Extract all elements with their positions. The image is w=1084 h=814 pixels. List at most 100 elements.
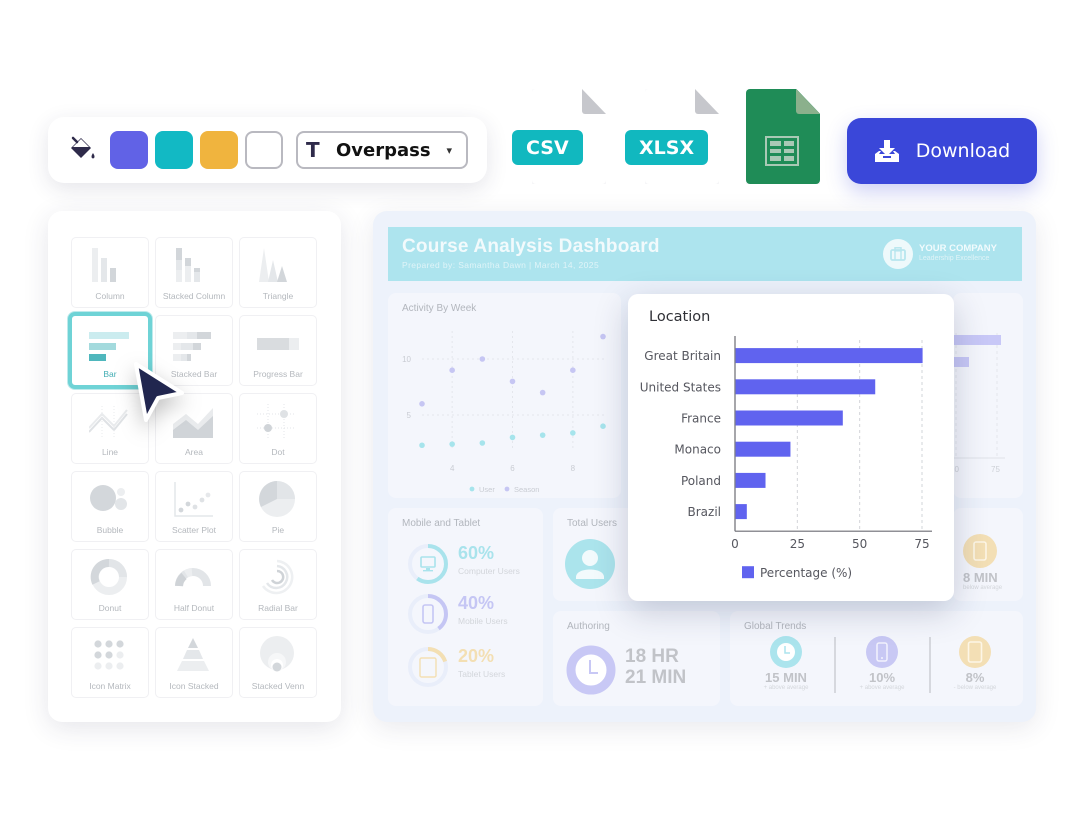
- global-trend-item: 10% + above average: [837, 636, 927, 702]
- dashboard-subtitle: Prepared by: Samantha Dawn | March 14, 2…: [402, 260, 600, 270]
- legend-season-dot: [504, 486, 510, 492]
- chart-type-dot[interactable]: Dot: [239, 393, 317, 464]
- category-label: Monaco: [674, 443, 721, 457]
- season-point: [539, 389, 546, 396]
- chart-type-label: Scatter Plot: [172, 525, 216, 535]
- dot-chart-icon: [240, 400, 316, 442]
- total-users-title: Total Users: [567, 518, 618, 529]
- authoring-card: Authoring 18 HR 21 MIN: [553, 611, 720, 706]
- chart-type-radial-bar[interactable]: Radial Bar: [239, 549, 317, 620]
- half-donut-chart-icon: [156, 556, 232, 598]
- legend-user-dot: [469, 486, 475, 492]
- mobile-and-tablet-card: Mobile and Tablet 60% Computer Users 40%…: [388, 508, 543, 706]
- tablet-icon: [959, 636, 991, 668]
- category-label: Great Britain: [644, 349, 721, 363]
- download-button[interactable]: Download: [847, 118, 1037, 184]
- chart-type-label: Stacked Venn: [251, 681, 305, 691]
- swatch-amber[interactable]: [200, 131, 238, 169]
- chart-type-column[interactable]: Column: [71, 237, 149, 308]
- authoring-minutes: 21 MIN: [625, 667, 687, 688]
- paint-bucket-icon[interactable]: [66, 134, 98, 166]
- season-point: [570, 367, 576, 373]
- chart-type-icon-stacked[interactable]: Icon Stacked: [155, 627, 233, 698]
- y-tick-label: 5: [407, 411, 412, 420]
- swatch-teal[interactable]: [155, 131, 193, 169]
- export-csv-button[interactable]: CSV: [512, 89, 606, 184]
- chart-type-grid: Column Stacked Column Triangle Bar Stacked B…: [68, 237, 317, 698]
- global-trends-card: Global Trends 15 MIN + above average 10%…: [730, 611, 1023, 706]
- company-name: YOUR COMPANY: [919, 243, 997, 254]
- font-name: Overpass: [336, 139, 431, 161]
- company-tagline: Leadership Excellence: [919, 255, 990, 262]
- briefcase-icon: [883, 239, 913, 269]
- donut-chart-icon: [72, 556, 148, 598]
- device-percentage: 60%: [458, 543, 495, 563]
- global-trend-item: 15 MIN + above average: [741, 636, 831, 702]
- user-point: [570, 430, 576, 436]
- bar-brazil: [735, 504, 747, 520]
- icon-stacked-chart-icon: [156, 634, 232, 676]
- dashboard-title: Course Analysis Dashboard: [402, 236, 660, 257]
- chart-type-label: Radial Bar: [258, 603, 298, 613]
- triangle-chart-icon: [240, 244, 316, 286]
- user-point: [600, 423, 606, 429]
- category-label: Poland: [681, 474, 721, 488]
- device-stat-row: 60% Computer Users: [404, 542, 544, 586]
- progress-bar-chart-icon: [240, 322, 316, 364]
- x-tick-label: 50: [852, 537, 867, 551]
- icon-matrix-chart-icon: [72, 634, 148, 676]
- chart-type-stacked-column[interactable]: Stacked Column: [155, 237, 233, 308]
- csv-label: CSV: [512, 130, 583, 165]
- chart-type-progress-bar[interactable]: Progress Bar: [239, 315, 317, 386]
- tablet-progress-ring: [408, 647, 448, 687]
- swatch-purple[interactable]: [110, 131, 148, 169]
- export-google-sheets-button[interactable]: [746, 89, 820, 184]
- export-xlsx-button[interactable]: XLSX: [625, 89, 719, 184]
- legend-season-label: Season: [514, 485, 539, 494]
- chart-type-label: Triangle: [262, 291, 294, 301]
- bar-great-britain: [735, 348, 923, 364]
- trend-value: 15 MIN: [765, 670, 807, 685]
- divider: [929, 637, 931, 693]
- xlsx-label: XLSX: [625, 130, 709, 165]
- bubble-chart-icon: [72, 478, 148, 520]
- mobile-title: Mobile and Tablet: [402, 518, 481, 529]
- activity-scatter-chart: 5 10 4 6 8 User Season: [402, 331, 606, 494]
- device-percentage: 40%: [458, 593, 495, 613]
- chart-type-stacked-venn[interactable]: Stacked Venn: [239, 627, 317, 698]
- location-chart-popup[interactable]: Location 0 25 50 75 Great Britain United Stat…: [628, 294, 954, 601]
- chart-type-half-donut[interactable]: Half Donut: [155, 549, 233, 620]
- chart-type-pie[interactable]: Pie: [239, 471, 317, 542]
- chart-type-triangle[interactable]: Triangle: [239, 237, 317, 308]
- download-icon: [874, 140, 899, 162]
- download-label: Download: [915, 140, 1011, 162]
- legend-user-label: User: [479, 485, 495, 494]
- chart-type-label: Area: [185, 447, 203, 457]
- chart-type-icon-matrix[interactable]: Icon Matrix: [71, 627, 149, 698]
- chart-type-label: Line: [101, 447, 119, 457]
- phone-progress-ring: [408, 594, 448, 634]
- bg-bar: [953, 357, 969, 367]
- column-chart-icon: [72, 244, 148, 286]
- season-point: [479, 356, 486, 362]
- bar-monaco: [735, 441, 791, 457]
- swatch-white[interactable]: [245, 131, 283, 169]
- chart-type-label: Icon Stacked: [169, 681, 219, 691]
- chart-type-scatter[interactable]: Scatter Plot: [155, 471, 233, 542]
- chart-type-label: Donut: [98, 603, 122, 613]
- y-tick-label: 10: [402, 355, 411, 364]
- category-label: France: [681, 412, 721, 426]
- trend-note: - below average: [953, 685, 997, 691]
- chart-type-bubble[interactable]: Bubble: [71, 471, 149, 542]
- radial-bar-chart-icon: [240, 556, 316, 598]
- bar-united-states: [735, 379, 876, 395]
- chart-type-donut[interactable]: Donut: [71, 549, 149, 620]
- device-percentage: 20%: [458, 646, 495, 666]
- x-tick-label: 8: [571, 464, 576, 473]
- device-label: Mobile Users: [458, 616, 508, 626]
- font-dropdown[interactable]: T Overpass ▾: [296, 131, 468, 169]
- chart-type-label: Stacked Column: [162, 291, 226, 301]
- chart-type-label: Pie: [271, 525, 285, 535]
- phone-icon: [866, 636, 898, 668]
- user-point: [539, 432, 546, 438]
